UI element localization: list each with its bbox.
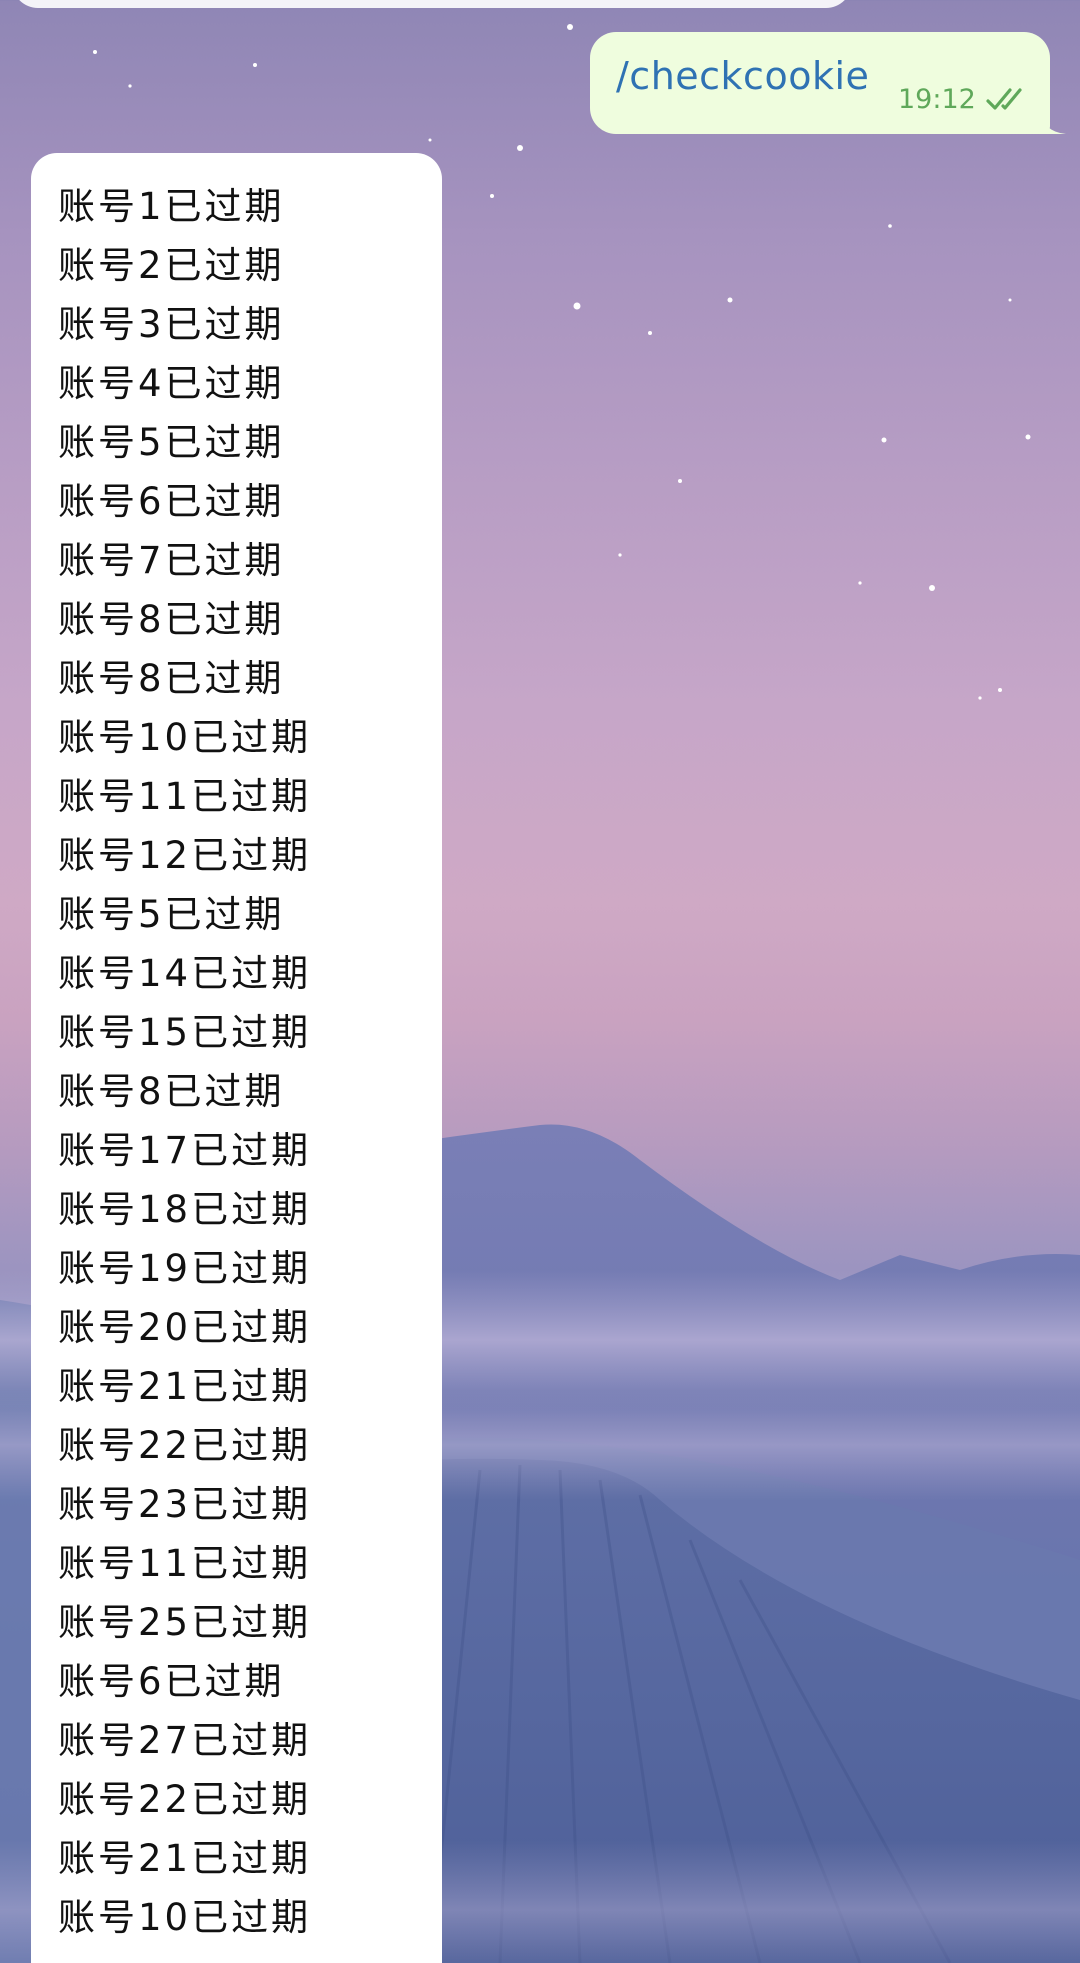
previous-message-bubble-edge <box>12 0 852 8</box>
list-item: 账号6已过期 <box>58 480 285 523</box>
list-item: 账号15已过期 <box>58 1011 312 1054</box>
list-item: 账号22已过期 <box>58 1778 312 1821</box>
list-item: 账号21已过期 <box>58 1365 312 1408</box>
list-item: 账号10已过期 <box>58 716 312 759</box>
list-item: 账号5已过期 <box>58 421 285 464</box>
list-item: 账号17已过期 <box>58 1129 312 1172</box>
double-check-icon <box>986 88 1022 110</box>
list-item: 账号27已过期 <box>58 1719 312 1762</box>
expired-accounts-list: 账号1已过期 账号2已过期 账号3已过期 账号4已过期 账号5已过期 账号6已过… <box>58 177 442 1947</box>
list-item: 账号22已过期 <box>58 1424 312 1467</box>
list-item: 账号21已过期 <box>58 1837 312 1880</box>
outgoing-message-bubble[interactable]: /checkcookie 19:12 <box>590 32 1050 134</box>
command-text[interactable]: /checkcookie <box>616 54 869 98</box>
outgoing-bubble-tail <box>1040 112 1066 134</box>
list-item: 账号23已过期 <box>58 1483 312 1526</box>
list-item: 账号10已过期 <box>58 1896 312 1939</box>
list-item: 账号2已过期 <box>58 244 285 287</box>
list-item: 账号14已过期 <box>58 952 312 995</box>
list-item: 账号11已过期 <box>58 1542 312 1585</box>
list-item: 账号4已过期 <box>58 362 285 405</box>
list-item: 账号3已过期 <box>58 303 285 346</box>
list-item: 账号25已过期 <box>58 1601 312 1644</box>
list-item: 账号8已过期 <box>58 598 285 641</box>
list-item: 账号8已过期 <box>58 1070 285 1113</box>
list-item: 账号11已过期 <box>58 775 312 818</box>
list-item: 账号8已过期 <box>58 657 285 700</box>
message-time: 19:12 <box>898 84 976 115</box>
incoming-message-bubble[interactable]: 账号1已过期 账号2已过期 账号3已过期 账号4已过期 账号5已过期 账号6已过… <box>31 153 442 1963</box>
list-item: 账号6已过期 <box>58 1660 285 1703</box>
list-item: 账号20已过期 <box>58 1306 312 1349</box>
list-item: 账号7已过期 <box>58 539 285 582</box>
list-item: 账号5已过期 <box>58 893 285 936</box>
list-item: 账号19已过期 <box>58 1247 312 1290</box>
list-item: 账号1已过期 <box>58 185 285 228</box>
list-item: 账号12已过期 <box>58 834 312 877</box>
list-item: 账号18已过期 <box>58 1188 312 1231</box>
